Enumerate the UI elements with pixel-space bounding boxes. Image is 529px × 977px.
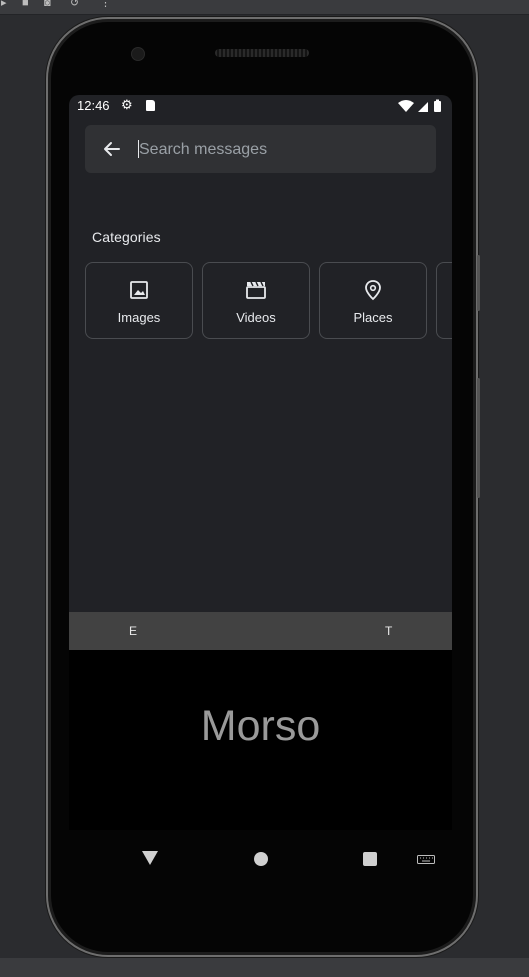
volume-button[interactable] [477,378,480,498]
category-chip-partial[interactable] [436,262,452,339]
power-button[interactable] [477,255,480,311]
category-chip-videos[interactable]: Videos [202,262,310,339]
back-arrow-icon[interactable] [102,139,122,159]
keyboard-suggestion-bar: E T [69,612,452,650]
sd-card-icon [146,100,155,111]
image-icon [130,281,148,299]
category-label: Places [353,310,393,325]
more-options-icon[interactable]: ⋮ [100,0,111,9]
keyboard-key-e[interactable]: E [129,624,137,638]
front-camera [131,47,145,61]
emulator-toolbar-icon[interactable]: ▸ [1,0,7,9]
video-clapper-icon [246,281,266,299]
search-input[interactable] [137,135,421,165]
text-cursor [138,140,139,158]
nav-recents-icon[interactable] [363,852,377,866]
status-icons [398,99,441,112]
emulator-toolbar: ▸ ■ ◙ ↺ ⋮ [0,0,529,15]
nav-back-icon[interactable] [142,851,158,865]
location-pin-icon [365,280,381,301]
category-chip-places[interactable]: Places [319,262,427,339]
status-time: 12:46 [77,98,110,113]
input-method-area[interactable]: Morso [69,650,452,830]
app-screen: 12:46 ⚙ Categories Images Videos [69,95,452,615]
battery-icon [434,101,441,112]
rotate-icon[interactable]: ↺ [70,0,79,9]
category-label: Images [117,310,161,325]
status-bar: 12:46 ⚙ [69,95,452,117]
emulator-bottom-strip [0,958,529,977]
wifi-icon [398,100,414,112]
keyboard-key-t[interactable]: T [385,624,392,638]
category-chip-images[interactable]: Images [85,262,193,339]
search-bar[interactable] [85,125,436,173]
keyboard-switch-icon[interactable] [417,855,435,864]
camera-icon[interactable]: ◙ [44,0,51,9]
ime-word: Morso [200,702,321,750]
signal-icon [418,102,428,112]
earpiece-speaker [215,49,309,57]
nav-home-icon[interactable] [254,852,268,866]
settings-gear-icon: ⚙ [121,97,133,112]
category-label: Videos [236,310,276,325]
stop-icon[interactable]: ■ [22,0,29,9]
categories-heading: Categories [92,229,161,245]
